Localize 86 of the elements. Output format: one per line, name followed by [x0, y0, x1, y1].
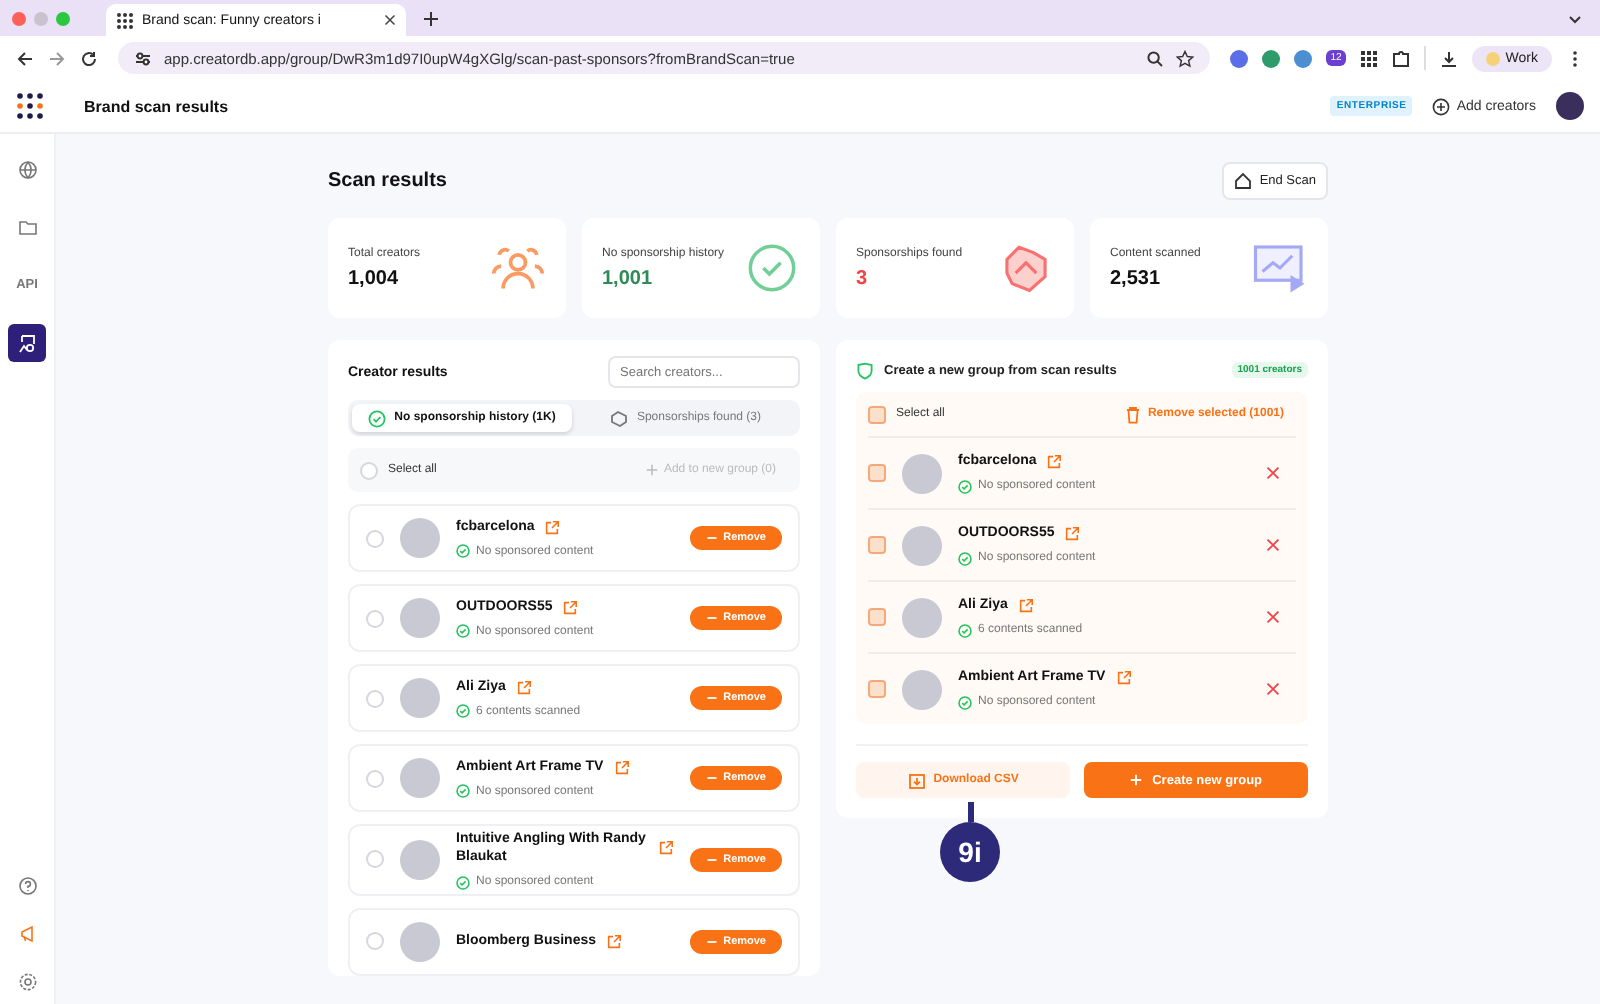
settings-icon[interactable] — [17, 972, 37, 992]
external-link-icon[interactable] — [544, 519, 561, 535]
external-link-icon[interactable] — [1017, 598, 1034, 614]
minus-icon — [705, 692, 718, 704]
download-icon — [907, 771, 926, 789]
user-avatar[interactable] — [1556, 92, 1584, 120]
minus-icon — [705, 853, 718, 866]
forward-arrow-icon[interactable] — [48, 49, 66, 67]
avatar-placeholder — [400, 678, 440, 718]
close-icon[interactable] — [384, 14, 396, 26]
external-link-icon[interactable] — [1115, 670, 1132, 686]
sidebar-item[interactable] — [8, 324, 46, 362]
plus-circle-icon — [1432, 97, 1451, 115]
scan-icon — [17, 333, 37, 353]
check-circle-icon — [456, 624, 470, 639]
minus-icon — [705, 612, 718, 624]
help-icon[interactable] — [17, 876, 37, 896]
avatar-placeholder — [400, 518, 440, 558]
avatar-placeholder — [400, 758, 440, 798]
maximize-window-icon[interactable] — [56, 11, 70, 25]
avatar-placeholder — [400, 839, 440, 880]
external-link-icon[interactable] — [562, 599, 579, 615]
logo-icon[interactable] — [16, 92, 44, 120]
callout-badge: 9i — [940, 822, 1000, 882]
avatar-placeholder — [902, 597, 942, 637]
trash-icon — [1123, 405, 1142, 423]
stat-value: 3 — [856, 267, 870, 289]
reload-icon[interactable] — [80, 49, 98, 67]
back-arrow-icon[interactable] — [16, 49, 34, 67]
download-icon[interactable] — [1439, 49, 1458, 67]
external-link-icon[interactable] — [1064, 526, 1081, 542]
people-icon — [490, 242, 546, 294]
row-checkbox[interactable] — [366, 932, 384, 951]
check-circle-icon — [958, 479, 972, 494]
stat-value: 1,001 — [602, 267, 655, 289]
minus-icon — [705, 935, 718, 948]
external-link-icon[interactable] — [613, 759, 630, 775]
check-circle-icon — [744, 242, 800, 294]
home-icon — [1233, 171, 1252, 189]
external-link-icon[interactable] — [657, 840, 674, 857]
check-circle-icon — [368, 409, 387, 427]
close-window-icon[interactable] — [12, 11, 26, 25]
stat-value: 1,004 — [348, 267, 401, 289]
grid-icon — [116, 11, 134, 29]
row-checkbox[interactable] — [366, 609, 384, 627]
folder-icon — [17, 217, 37, 237]
row-checkbox[interactable] — [366, 689, 384, 707]
section-title: Scan results — [328, 169, 447, 191]
zoom-icon[interactable] — [1146, 49, 1165, 67]
check-circle-icon — [456, 875, 470, 890]
minus-icon — [705, 532, 718, 544]
chart-screen-icon — [1252, 242, 1308, 294]
avatar-placeholder — [400, 598, 440, 638]
stat-value: 2,531 — [1110, 267, 1163, 289]
check-circle-icon — [958, 695, 972, 710]
row-checkbox[interactable] — [366, 850, 384, 869]
row-checkbox[interactable] — [366, 529, 384, 547]
external-link-icon[interactable] — [515, 679, 532, 695]
check-circle-icon — [958, 551, 972, 566]
row-checkbox[interactable] — [868, 608, 886, 626]
star-icon[interactable] — [1176, 49, 1195, 67]
page-title: Brand scan results — [84, 97, 229, 115]
select-all-checkbox[interactable] — [360, 461, 378, 479]
check-circle-icon — [456, 544, 470, 559]
minus-icon — [705, 772, 718, 784]
new-tab-icon[interactable] — [422, 9, 440, 27]
row-checkbox[interactable] — [868, 536, 886, 554]
external-link-icon[interactable] — [606, 933, 623, 950]
plus-icon — [1130, 774, 1143, 786]
site-settings-icon[interactable] — [134, 49, 152, 67]
megaphone-icon[interactable] — [17, 924, 37, 944]
select-all-checkbox[interactable] — [868, 405, 886, 423]
external-link-icon[interactable] — [1046, 454, 1063, 470]
row-checkbox[interactable] — [868, 680, 886, 698]
row-checkbox[interactable] — [366, 769, 384, 787]
avatar-placeholder — [902, 669, 942, 709]
row-checkbox[interactable] — [868, 464, 886, 482]
avatar-placeholder — [400, 921, 440, 962]
check-circle-icon — [456, 704, 470, 719]
check-circle-icon — [456, 784, 470, 799]
avatar-placeholder — [902, 525, 942, 565]
avatar-placeholder — [902, 453, 942, 493]
plus-icon — [645, 464, 658, 476]
check-circle-icon — [958, 623, 972, 638]
apps-grid-icon[interactable] — [1359, 49, 1378, 67]
globe-icon — [17, 159, 37, 179]
